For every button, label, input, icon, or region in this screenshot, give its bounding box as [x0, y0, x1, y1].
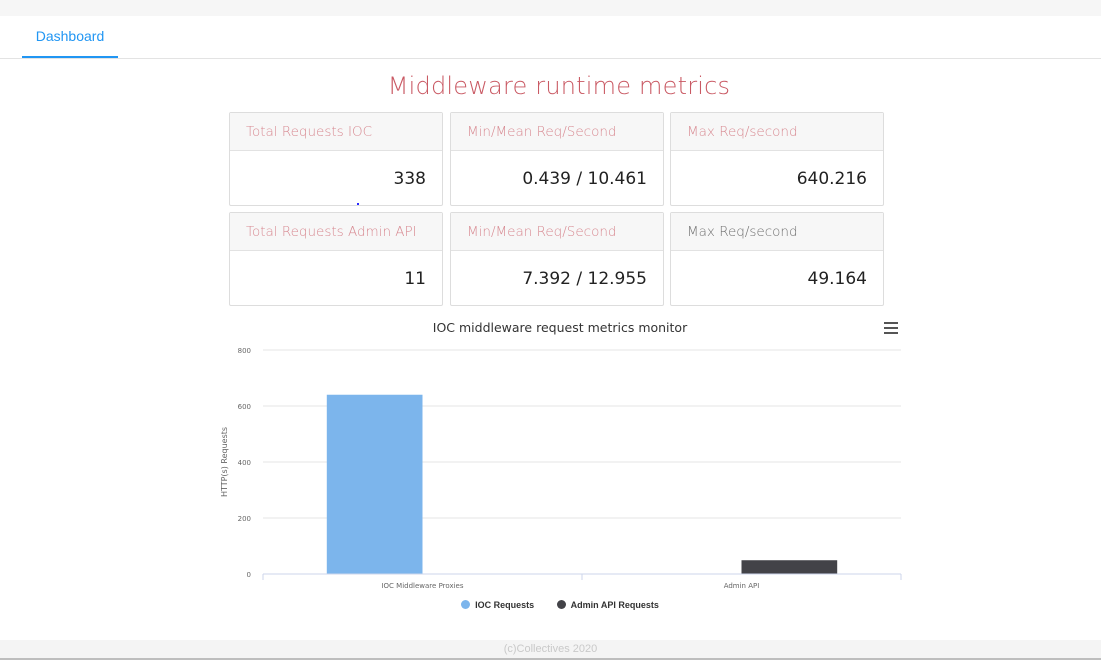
card-total-requests-admin: Total Requests Admin API 11 — [229, 212, 443, 306]
card-header: Min/Mean Req/Second — [451, 113, 663, 151]
legend-label: IOC Requests — [475, 600, 535, 610]
card-value: 49.164 — [807, 269, 867, 289]
y-tick-label: 800 — [238, 347, 251, 355]
card-header: Total Requests Admin API — [230, 213, 442, 251]
card-header: Min/Mean Req/Second — [451, 213, 663, 251]
tab-dashboard[interactable]: Dashboard — [22, 16, 118, 58]
card-total-requests-ioc: Total Requests IOC 338 — [229, 112, 443, 206]
card-max-ioc: Max Req/second 640.216 — [670, 112, 884, 206]
legend-swatch — [556, 600, 566, 609]
legend-label: Admin API Requests — [570, 600, 659, 610]
x-tick-label: IOC Middleware Proxies — [381, 582, 463, 590]
cursor-dot — [357, 203, 359, 205]
page-title: Middleware runtime metrics — [387, 72, 731, 100]
request-metrics-chart: IOC middleware request metrics monitor 0… — [220, 320, 902, 590]
y-axis-label: HTTP(s) Requests — [220, 427, 229, 497]
card-min-mean-admin: Min/Mean Req/Second 7.392 / 12.955 — [450, 212, 664, 306]
card-value: 640.216 — [796, 169, 867, 189]
legend-item-admin-api-requests[interactable]: Admin API Requests — [556, 600, 659, 610]
legend-swatch — [461, 600, 471, 609]
y-tick-label: 0 — [247, 571, 251, 579]
card-value: 0.439 / 10.461 — [522, 169, 647, 189]
nav-bar: Dashboard — [0, 16, 1101, 59]
card-value: 338 — [393, 169, 426, 189]
card-value: 7.392 / 12.955 — [522, 269, 647, 289]
card-min-mean-ioc: Min/Mean Req/Second 0.439 / 10.461 — [450, 112, 664, 206]
card-header: Max Req/second — [671, 213, 883, 251]
footer: (c)Collectives 2020 — [0, 640, 1101, 660]
card-header: Max Req/second — [671, 113, 883, 151]
chart-title: IOC middleware request metrics monitor — [433, 320, 688, 335]
y-tick-label: 400 — [238, 459, 251, 467]
card-value: 11 — [404, 269, 426, 289]
top-strip — [0, 0, 1101, 16]
bar-ioc-requests[interactable] — [326, 394, 423, 574]
card-max-admin: Max Req/second 49.164 — [670, 212, 884, 306]
legend-item-ioc-requests[interactable]: IOC Requests — [461, 600, 534, 610]
y-tick-label: 200 — [238, 515, 251, 523]
y-tick-label: 600 — [238, 403, 251, 411]
bar-admin-api-requests[interactable] — [741, 560, 838, 574]
hamburger-menu-icon[interactable] — [884, 322, 898, 334]
chart-legend: IOC Requests Admin API Requests — [0, 600, 1101, 610]
card-header: Total Requests IOC — [230, 113, 442, 151]
x-tick-label: Admin API — [724, 582, 760, 590]
